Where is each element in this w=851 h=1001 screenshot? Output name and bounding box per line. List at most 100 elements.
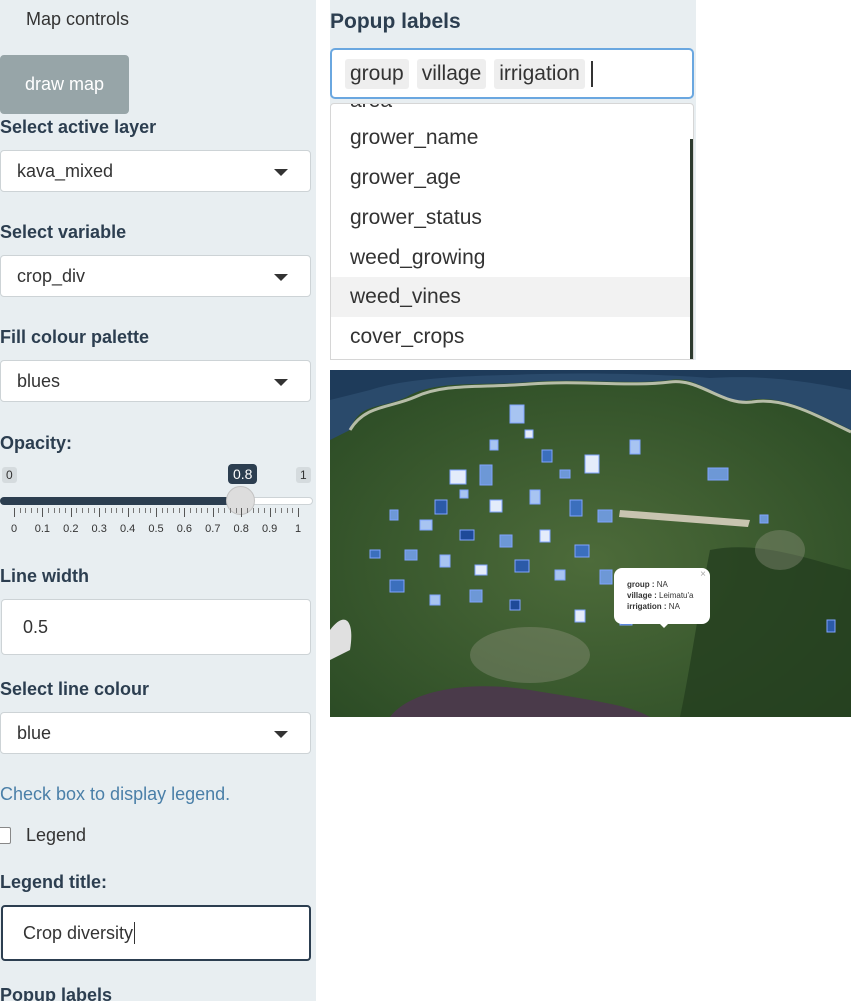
slider-tick-label: 0.3 [91,523,107,535]
opacity-label: Opacity: [0,433,73,453]
active-layer-label: Select active layer [0,117,157,137]
line-width-label: Line width [0,566,89,586]
popup-row-group: group : NA [627,579,710,590]
slider-tick-minor [224,508,226,513]
tag-village[interactable]: village [416,58,487,89]
slider-tick-minor [116,508,118,513]
slider-tick-minor [65,508,67,513]
slider-tick-minor [201,508,203,513]
tag-group[interactable]: group [345,58,409,89]
slider-tick-minor [252,508,254,513]
active-layer-value: kava_mixed [17,160,114,181]
slider-tick-minor [138,508,140,513]
line-colour-label: Select line colour [0,679,150,699]
dropdown-option-weed-vines[interactable]: weed_vines [331,277,693,317]
slider-min-label: 0 [2,467,17,483]
slider-tick-minor [36,508,38,513]
popup-labels-dropdown[interactable]: area grower_name grower_age grower_statu… [330,103,694,360]
popup-value-group: NA [656,580,668,589]
slider-tick-minor [82,508,84,513]
slider-tick-minor [59,508,61,513]
variable-label: Select variable [0,222,127,242]
slider-tick-minor [195,508,197,513]
chevron-down-icon [274,379,288,386]
slider-tick-minor [178,508,180,513]
slider-tick-major [99,508,101,517]
slider-tick-label: 0.6 [176,523,193,535]
slider-tick-major [269,508,271,517]
chevron-down-icon [274,169,288,176]
slider-tick-minor [25,508,27,513]
legend-checkbox[interactable] [0,827,11,844]
chevron-down-icon [274,731,288,738]
slider-tick-major [14,508,15,517]
map-edge-peek [690,139,693,359]
map-controls-heading: Map controls [26,9,130,29]
slider-tick-minor [246,508,248,513]
popup-row-village: village : Leimatu'a [627,590,710,601]
palette-select[interactable]: blues [0,360,311,402]
opacity-slider-fill [0,497,242,505]
active-layer-select[interactable]: kava_mixed [0,150,311,192]
slider-tick-major [298,508,299,517]
slider-tick-minor [76,508,78,513]
slider-tick-major [184,508,186,517]
slider-tick-label: 0.4 [119,523,136,535]
palette-value: blues [17,370,61,391]
slider-tick-minor [207,508,209,513]
variable-select[interactable]: crop_div [0,255,311,297]
tag-irrigation[interactable]: irrigation [494,58,585,89]
slider-tick-label: 0 [10,523,18,535]
legend-title-value: Crop diversity [23,922,134,943]
close-icon[interactable]: × [700,569,706,580]
line-width-value: 0.5 [23,616,49,637]
slider-tick-label: 0.1 [34,523,51,535]
popup-labels-label-sidebar: Popup labels [0,985,113,1001]
dropdown-option-grower-name[interactable]: grower_name [331,118,693,158]
slider-tick-major [241,508,243,517]
slider-tick-minor [19,508,21,513]
slider-tick-label: 0.7 [205,523,221,535]
slider-tick-minor [93,508,95,513]
slider-tick-minor [144,508,146,513]
slider-tick-minor [167,508,169,513]
slider-tick-major [156,508,157,517]
palette-label: Fill colour palette [0,327,150,347]
dropdown-option-cover-crops[interactable]: cover_crops [331,317,693,357]
legend-checkbox-label[interactable]: Legend [26,825,86,846]
slider-tick-label: 0.9 [261,523,278,535]
slider-tick-label: 1 [294,523,302,535]
popup-row-irrigation: irrigation : NA [627,601,710,612]
slider-tick-minor [121,508,123,513]
variable-value: crop_div [17,265,86,286]
legend-title-label: Legend title: [0,872,107,892]
chevron-down-icon [274,274,288,281]
draw-map-button[interactable]: draw map [0,55,129,114]
slider-tick-minor [110,508,112,513]
map-popup: × group : NA village : Leimatu'a irrigat… [614,568,710,628]
line-colour-select[interactable]: blue [0,712,311,754]
dropdown-option-grower-age[interactable]: grower_age [331,158,693,198]
dropdown-option-weed-growing[interactable]: weed_growing [331,238,693,278]
slider-tick-minor [258,508,260,513]
slider-tick-minor [280,508,282,513]
slider-tick-minor [48,508,50,513]
popup-value-irrigation: NA [668,602,680,611]
legend-help-text: Check box to display legend. [0,784,231,804]
popup-value-village: Leimatu'a [659,591,694,600]
dropdown-option-grower-status[interactable]: grower_status [331,198,693,238]
slider-tick-label: 0.8 [233,523,249,535]
slider-tick-minor [218,508,220,513]
slider-tick-label: 0.2 [63,523,79,535]
legend-title-input[interactable]: Crop diversity [1,905,311,961]
map-view[interactable]: × group : NA village : Leimatu'a irrigat… [330,370,851,717]
slider-tick-minor [263,508,265,513]
slider-tick-major [212,508,214,517]
satellite-imagery [330,370,851,717]
popup-labels-input[interactable]: group village irrigation [330,48,694,99]
popup-labels-panel: Popup labels group village irrigation ar… [330,0,696,360]
slider-ticks: 0 0.1 0.2 0.3 0.4 0.5 0.6 0.7 0.8 0.9 1 [0,508,316,538]
sidebar: Map controls draw map Select active laye… [0,0,316,1001]
line-width-input[interactable]: 0.5 [1,599,311,655]
popup-key-village: village : [627,591,657,600]
